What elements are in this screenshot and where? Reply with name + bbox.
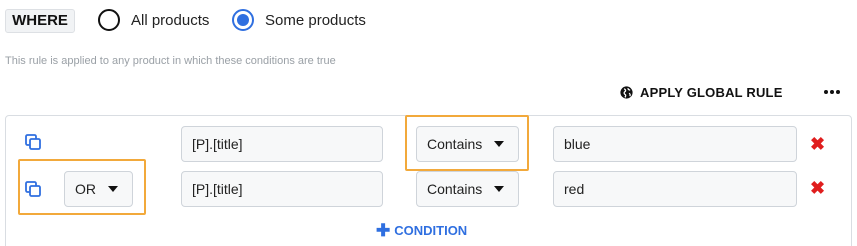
add-condition-label: CONDITION: [394, 223, 468, 238]
operator-label: Contains: [427, 136, 483, 152]
remove-condition-icon[interactable]: ✖: [810, 179, 825, 197]
more-horizontal-icon[interactable]: [824, 84, 840, 100]
radio-label-some-products: Some products: [265, 11, 366, 29]
condition-operator-select[interactable]: Contains: [416, 126, 519, 162]
condition-field-input[interactable]: [P].[title]: [181, 171, 383, 207]
radio-button-selected[interactable]: [232, 9, 254, 31]
add-condition-button[interactable]: ✚ CONDITION: [376, 220, 468, 240]
plus-icon: ✚: [376, 220, 391, 240]
caret-down-icon: [108, 186, 118, 192]
radio-all-products[interactable]: All products: [98, 7, 209, 33]
condition-value-input[interactable]: blue: [553, 126, 797, 162]
rule-hint-text: This rule is applied to any product in w…: [5, 55, 336, 67]
radio-label-all-products: All products: [131, 11, 210, 29]
copy-icon[interactable]: [25, 134, 41, 150]
where-label: WHERE: [5, 9, 75, 33]
operator-label: Contains: [427, 181, 483, 197]
globe-icon: [620, 85, 633, 99]
caret-down-icon: [494, 186, 505, 192]
radio-some-products[interactable]: Some products: [232, 7, 366, 33]
condition-field-input[interactable]: [P].[title]: [181, 126, 383, 162]
apply-global-rule-button[interactable]: APPLY GLOBAL RULE: [620, 82, 783, 102]
connector-select[interactable]: OR: [64, 171, 133, 207]
radio-button[interactable]: [98, 9, 120, 31]
caret-down-icon: [494, 141, 505, 147]
remove-condition-icon[interactable]: ✖: [810, 135, 825, 153]
copy-icon[interactable]: [25, 181, 41, 197]
connector-label: OR: [75, 181, 96, 197]
apply-global-rule-label: APPLY GLOBAL RULE: [640, 84, 783, 100]
condition-value-input[interactable]: red: [553, 171, 797, 207]
condition-operator-select[interactable]: Contains: [416, 171, 519, 207]
